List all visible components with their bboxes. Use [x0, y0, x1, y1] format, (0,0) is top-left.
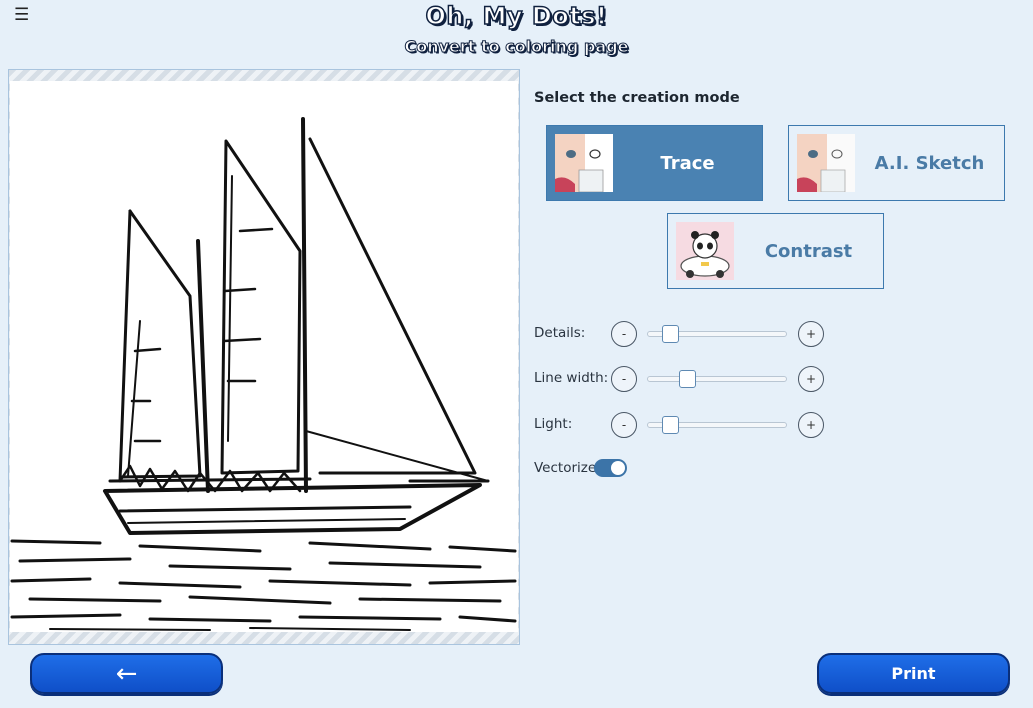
- line-width-slider[interactable]: [647, 366, 787, 392]
- line-width-increase-button[interactable]: +: [798, 366, 824, 392]
- light-decrease-button[interactable]: -: [611, 412, 637, 438]
- baby-face-sketch-thumbnail: [797, 134, 855, 192]
- vectorize-label: Vectorize: [534, 460, 597, 476]
- details-decrease-button[interactable]: -: [611, 321, 637, 347]
- back-button[interactable]: ←: [30, 653, 223, 694]
- print-button[interactable]: Print: [817, 653, 1010, 694]
- mode-ai-sketch-label: A.I. Sketch: [874, 152, 985, 174]
- light-slider[interactable]: [647, 412, 787, 438]
- page-subtitle: Convert to coloring page: [404, 37, 629, 57]
- light-control: Light:: [534, 411, 572, 437]
- light-slider-handle[interactable]: [662, 416, 679, 434]
- line-width-decrease-button[interactable]: -: [611, 366, 637, 392]
- mode-trace-label: Trace: [660, 152, 715, 174]
- baby-face-trace-thumbnail: [555, 134, 613, 192]
- coloring-page-preview: [10, 81, 518, 632]
- mode-ai-sketch-button[interactable]: A.I. Sketch: [788, 125, 1005, 201]
- arrow-left-icon: ←: [115, 658, 138, 689]
- preview-frame: [8, 69, 520, 645]
- vectorize-toggle[interactable]: [594, 459, 627, 477]
- details-control: Details:: [534, 320, 585, 346]
- details-label: Details:: [534, 325, 586, 341]
- line-width-label: Line width:: [534, 370, 609, 386]
- details-increase-button[interactable]: +: [798, 321, 824, 347]
- mode-contrast-button[interactable]: Contrast: [667, 213, 884, 289]
- details-slider-handle[interactable]: [662, 325, 679, 343]
- mode-contrast-label: Contrast: [764, 240, 853, 262]
- header: Oh, My Dots! Convert to coloring page: [0, 0, 1033, 58]
- sailboat-line-art: [10, 117, 517, 631]
- line-width-control: Line width:: [534, 365, 608, 391]
- line-width-slider-handle[interactable]: [679, 370, 696, 388]
- mode-trace-button[interactable]: Trace: [546, 125, 763, 201]
- light-label: Light:: [534, 416, 573, 432]
- details-slider[interactable]: [647, 321, 787, 347]
- vectorize-control: Vectorize: [534, 455, 596, 481]
- line-width-slider-track: [647, 376, 787, 382]
- app-title: Oh, My Dots!: [425, 1, 608, 31]
- print-button-label: Print: [891, 664, 936, 683]
- mode-heading: Select the creation mode: [534, 90, 740, 106]
- panda-car-thumbnail: [676, 222, 734, 280]
- vectorize-toggle-knob: [611, 461, 625, 475]
- light-increase-button[interactable]: +: [798, 412, 824, 438]
